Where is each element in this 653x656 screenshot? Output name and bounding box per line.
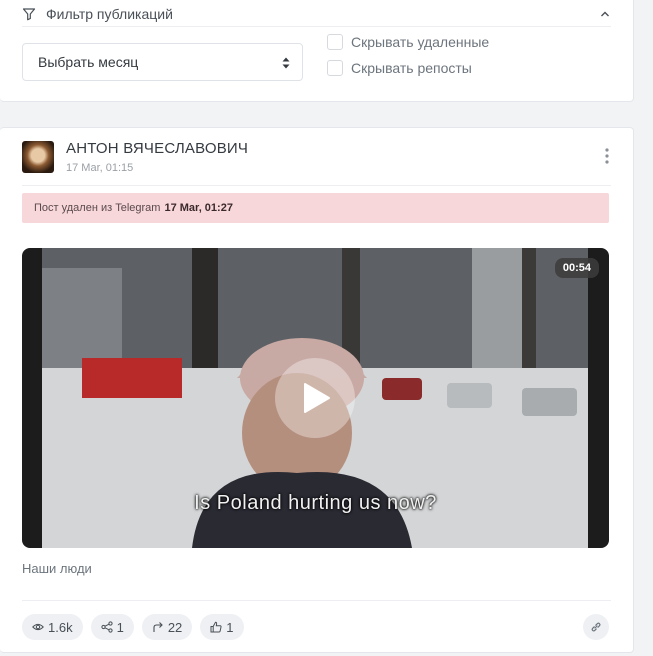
reposts-count: 22 xyxy=(167,619,183,635)
deleted-notice-time: 17 Mar, 01:27 xyxy=(164,202,233,214)
video-duration: 00:54 xyxy=(554,258,599,278)
post-author[interactable]: АНТОН ВЯЧЕСЛАВОВИЧ xyxy=(66,140,248,157)
reposts-counter[interactable]: 22 xyxy=(141,614,193,640)
post-caption: Наши люди xyxy=(22,561,92,576)
hide-reposts-checkbox[interactable] xyxy=(327,60,343,76)
copy-link-button[interactable] xyxy=(583,614,609,640)
select-arrows-icon xyxy=(282,57,290,69)
post-stats: 1.6k 1 22 1 xyxy=(22,614,244,640)
hide-deleted-checkbox[interactable] xyxy=(327,34,343,50)
hide-reposts-label: Скрывать репосты xyxy=(351,60,472,76)
views-counter[interactable]: 1.6k xyxy=(22,614,83,640)
chevron-up-icon[interactable] xyxy=(599,8,611,20)
month-select-value: Выбрать месяц xyxy=(38,54,139,70)
share-icon xyxy=(100,621,113,633)
deleted-notice-text: Пост удален из Telegram xyxy=(34,202,161,214)
filter-panel: Фильтр публикаций Выбрать месяц Скрывать… xyxy=(0,0,634,102)
more-vertical-icon[interactable] xyxy=(605,148,609,164)
shares-counter[interactable]: 1 xyxy=(90,614,134,640)
filter-header[interactable]: Фильтр публикаций xyxy=(22,1,611,27)
post-card: АНТОН ВЯЧЕСЛАВОВИЧ 17 Mar, 01:15 Пост уд… xyxy=(0,127,634,653)
play-icon xyxy=(304,383,330,413)
play-button[interactable] xyxy=(275,358,355,438)
likes-count: 1 xyxy=(226,619,234,635)
eye-icon xyxy=(32,623,44,631)
hide-reposts-option[interactable]: Скрывать репосты xyxy=(327,60,472,76)
filter-icon xyxy=(22,7,36,20)
avatar[interactable] xyxy=(22,141,54,173)
shares-count: 1 xyxy=(116,619,124,635)
filter-title: Фильтр публикаций xyxy=(46,5,173,22)
video-subtitle: Is Poland hurting us now? xyxy=(194,492,437,514)
post-date: 17 Mar, 01:15 xyxy=(66,162,134,174)
hide-deleted-label: Скрывать удаленные xyxy=(351,34,490,50)
likes-counter[interactable]: 1 xyxy=(200,614,244,640)
divider xyxy=(22,600,611,601)
link-icon xyxy=(591,622,601,632)
hide-deleted-option[interactable]: Скрывать удаленные xyxy=(327,34,489,50)
repost-icon xyxy=(153,622,163,632)
deleted-notice: Пост удален из Telegram 17 Mar, 01:27 xyxy=(22,193,609,223)
thumbs-up-icon xyxy=(210,621,222,633)
divider xyxy=(22,185,611,186)
month-select[interactable]: Выбрать месяц xyxy=(22,43,303,81)
views-count: 1.6k xyxy=(48,619,73,635)
video-player[interactable]: 00:54 Is Poland hurting us now? xyxy=(22,248,609,548)
